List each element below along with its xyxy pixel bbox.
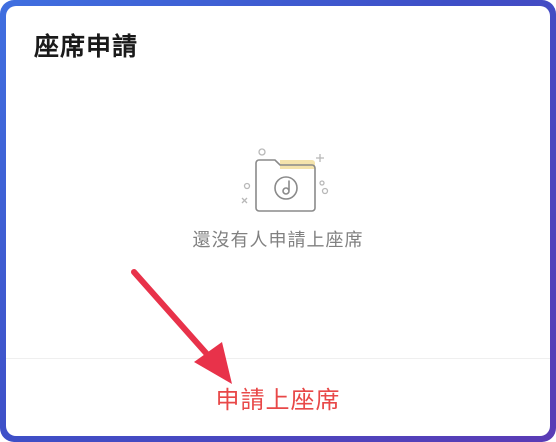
apply-seat-button[interactable]: 申請上座席 <box>6 359 550 436</box>
seat-request-dialog: 座席申請 還沒有人申請上座席 申請上座席 <box>6 6 550 436</box>
dialog-frame: 座席申請 還沒有人申請上座席 申請上座席 <box>0 0 556 442</box>
empty-state-message: 還沒有人申請上座席 <box>192 230 364 251</box>
dialog-title: 座席申請 <box>34 32 139 61</box>
empty-music-folder-icon <box>241 148 329 212</box>
